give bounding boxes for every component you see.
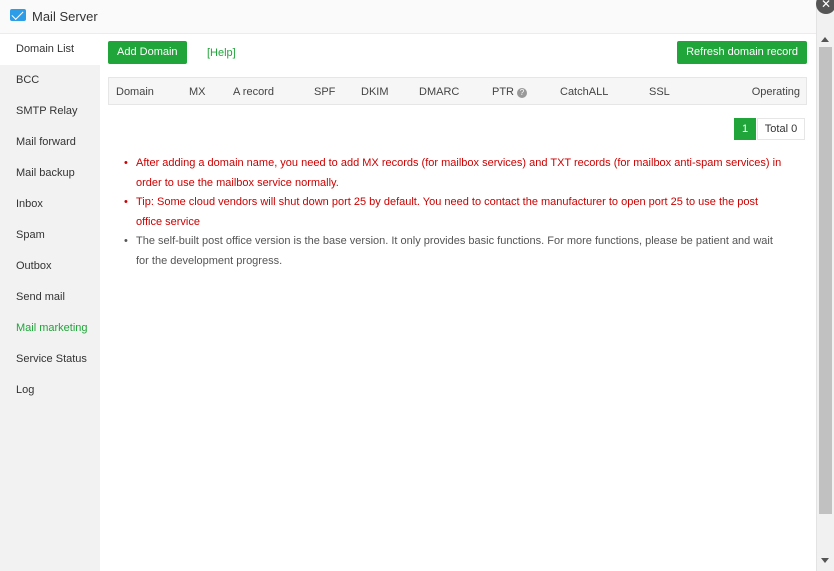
sidebar-item-service-status[interactable]: Service Status [0, 344, 100, 375]
scroll-thumb[interactable] [819, 47, 832, 514]
sidebar-item-inbox[interactable]: Inbox [0, 189, 100, 220]
help-icon[interactable]: ? [517, 88, 527, 98]
mail-icon [10, 9, 26, 21]
titlebar: Mail Server [0, 0, 816, 34]
tip-text: After adding a domain name, you need to … [136, 157, 782, 189]
tip-text: The self-built post office version is th… [136, 235, 773, 267]
col-dkim: DKIM [361, 86, 389, 98]
sidebar-item-smtp-relay[interactable]: SMTP Relay [0, 96, 100, 127]
scroll-up-icon[interactable] [821, 37, 829, 42]
col-mx: MX [189, 86, 206, 98]
col-ssl: SSL [649, 86, 670, 98]
scrollbar[interactable] [816, 0, 834, 571]
col-operating: Operating [751, 86, 800, 98]
col-a-record: A record [233, 86, 274, 98]
sidebar-item-domain-list[interactable]: Domain List [0, 34, 100, 65]
col-catchall: CatchALL [560, 86, 609, 98]
help-link[interactable]: [Help] [207, 47, 236, 59]
sidebar-item-outbox[interactable]: Outbox [0, 251, 100, 282]
sidebar-item-bcc[interactable]: BCC [0, 65, 100, 96]
mail-server-dialog: Mail Server Domain List BCC SMTP Relay Mail… [0, 0, 816, 571]
col-spf: SPF [314, 86, 336, 98]
scroll-down-icon[interactable] [821, 558, 829, 563]
domain-table-header: Domain MX A record SPF DKIM DMARC PTR? C… [108, 77, 807, 105]
sidebar-item-send-mail[interactable]: Send mail [0, 282, 100, 313]
pager-current-page[interactable]: 1 [734, 118, 756, 140]
sidebar-item-mail-backup[interactable]: Mail backup [0, 158, 100, 189]
pager-total: Total 0 [757, 118, 805, 140]
refresh-domain-record-button[interactable]: Refresh domain record [677, 41, 807, 64]
add-domain-button[interactable]: Add Domain [108, 41, 187, 64]
tips-list: • After adding a domain name, you need to… [124, 154, 784, 271]
main-content: Add Domain [Help] Refresh domain record … [100, 34, 816, 571]
tip-text: Tip: Some cloud vendors will shut down p… [136, 196, 759, 228]
sidebar-item-mail-forward[interactable]: Mail forward [0, 127, 100, 158]
col-ptr-label: PTR [492, 86, 514, 98]
col-domain: Domain [116, 86, 154, 98]
sidebar-item-log[interactable]: Log [0, 375, 100, 406]
tip-item: • Tip: Some cloud vendors will shut down … [124, 196, 759, 228]
tip-item: • The self-built post office version is t… [124, 235, 773, 267]
sidebar: Domain List BCC SMTP Relay Mail forward Mail… [0, 34, 100, 571]
col-ptr: PTR? [492, 86, 527, 98]
tip-item: • After adding a domain name, you need to… [124, 157, 782, 189]
col-dmarc: DMARC [419, 86, 460, 98]
window-title: Mail Server [32, 9, 98, 24]
sidebar-item-spam[interactable]: Spam [0, 220, 100, 251]
sidebar-item-mail-marketing[interactable]: Mail marketing [0, 313, 100, 344]
